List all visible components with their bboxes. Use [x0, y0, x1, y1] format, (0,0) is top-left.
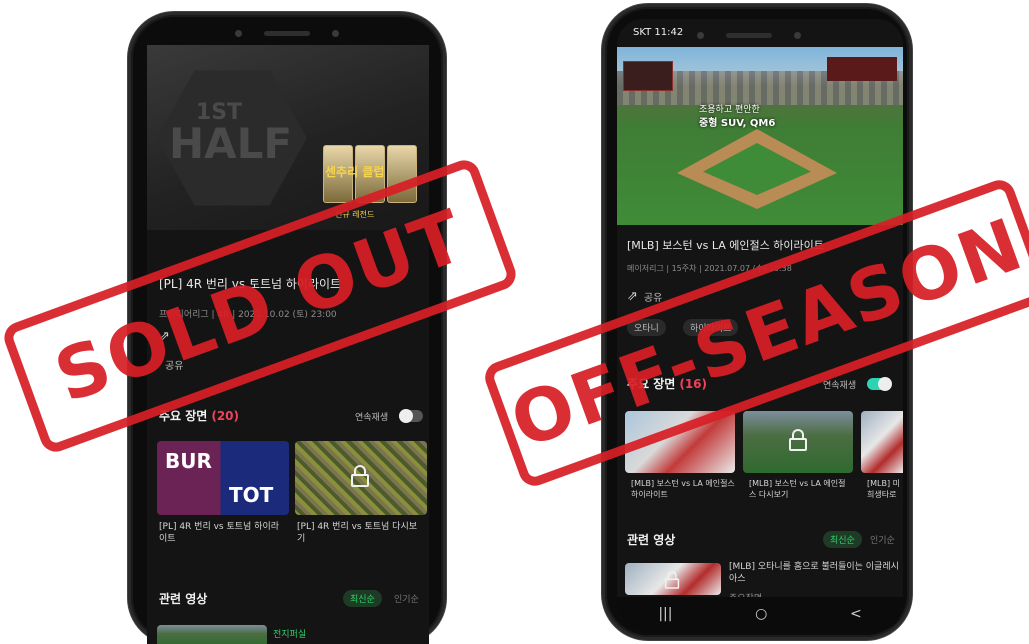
clip-thumbnail-2[interactable]: [295, 441, 427, 515]
scoreboard-right: [827, 57, 897, 81]
sort-latest[interactable]: 최신순: [343, 590, 382, 607]
autoplay-toggle[interactable]: [867, 377, 892, 391]
phone-right-notch: [697, 23, 903, 47]
highlights-count: (20): [211, 409, 240, 423]
share-icon: ⇗: [627, 289, 638, 304]
clip-thumbnail-3[interactable]: [861, 411, 903, 473]
clip-caption-2: [PL] 4R 번리 vs 토트넘 다시보기: [297, 522, 418, 545]
related-title: 관련 영상: [159, 592, 208, 606]
related-thumb-1[interactable]: [625, 563, 721, 595]
related-title-1: [MLB] 오타니를 홈으로 불러들이는 이글레시아스: [729, 562, 899, 585]
related-thumb-1[interactable]: [157, 625, 267, 644]
home-button[interactable]: ○: [755, 606, 767, 622]
related-sub-1: 전지퍼실: [273, 630, 307, 640]
video-title: [MLB] 보스턴 vs LA 에인절스 하이라이트: [627, 239, 824, 252]
lock-icon: [351, 465, 369, 487]
autoplay-toggle[interactable]: [399, 409, 423, 423]
clip-thumbnail-2[interactable]: [743, 411, 853, 473]
video-player[interactable]: 조용하고 편안한 중형 SUV, QM6: [617, 47, 903, 225]
related-title: 관련 영상: [627, 533, 676, 547]
sort-latest[interactable]: 최신순: [823, 531, 862, 548]
sort-popular[interactable]: 인기순: [387, 590, 426, 607]
clip-caption-2: [MLB] 보스턴 vs LA 에인절스 다시보기: [749, 479, 846, 499]
clip-caption-3: [MLB] 미 희생타로: [867, 479, 900, 499]
recent-apps-button[interactable]: |||: [658, 606, 672, 622]
clip-caption-1: [PL] 4R 번리 vs 토트넘 하이라이트: [159, 522, 280, 545]
autoplay-label: 연속재생: [355, 413, 389, 423]
lock-icon: [789, 429, 807, 451]
sort-popular[interactable]: 인기순: [863, 531, 902, 548]
promo-banner: 센추리 클럽: [325, 165, 385, 179]
scoreboard-left: [623, 61, 673, 91]
clip-caption-1: [MLB] 보스턴 vs LA 에인절스 하이라이트: [631, 479, 735, 499]
android-nav-bar: ||| ○ <: [617, 597, 903, 631]
back-button[interactable]: <: [850, 606, 862, 622]
status-bar-time: SKT 11:42: [633, 27, 684, 38]
clip-thumbnail-1[interactable]: BUR TOT: [157, 441, 289, 515]
stadium-ad: 조용하고 편안한 중형 SUV, QM6: [699, 105, 776, 129]
lock-icon: [664, 571, 680, 589]
hero-graphic-text: 1ST HALF: [169, 100, 293, 168]
share-button[interactable]: ⇗ 공유: [627, 289, 662, 304]
